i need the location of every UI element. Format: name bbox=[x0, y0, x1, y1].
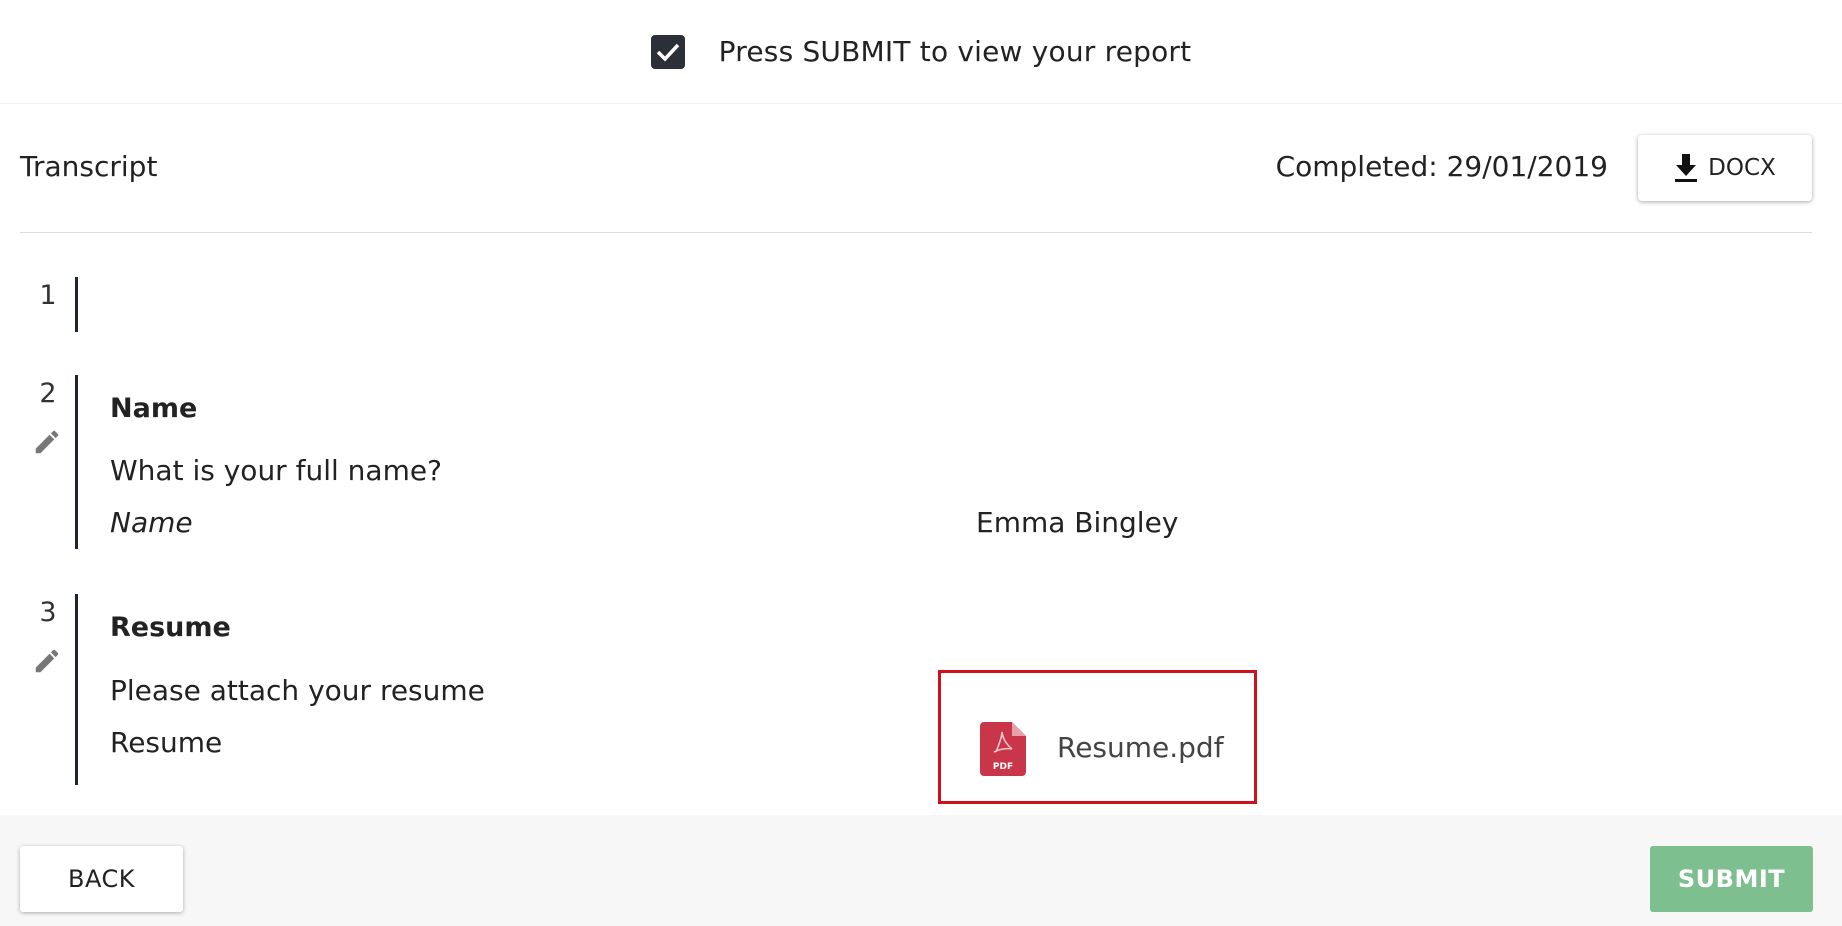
banner-text: Press SUBMIT to view your report bbox=[718, 35, 1192, 68]
question-text: Please attach your resume bbox=[110, 674, 485, 707]
transcript-title: Transcript bbox=[20, 150, 158, 183]
checkbox-checked-icon[interactable] bbox=[650, 34, 685, 69]
question-title: Resume bbox=[110, 612, 231, 643]
field-label: Resume bbox=[110, 726, 223, 759]
submit-button[interactable]: SUBMIT bbox=[1650, 846, 1813, 912]
pdf-file-icon[interactable]: PDF bbox=[980, 722, 1026, 780]
question-bar bbox=[75, 375, 78, 549]
edit-pencil-icon[interactable] bbox=[32, 427, 62, 461]
edit-pencil-icon[interactable] bbox=[32, 646, 62, 680]
field-label: Name bbox=[110, 506, 193, 539]
question-number: 2 bbox=[39, 378, 57, 409]
question-number: 3 bbox=[39, 597, 57, 628]
answer-value: Emma Bingley bbox=[976, 506, 1179, 539]
question-bar bbox=[75, 277, 78, 332]
question-text: What is your full name? bbox=[110, 454, 442, 487]
attachment-filename[interactable]: Resume.pdf bbox=[1057, 731, 1224, 764]
question-number: 1 bbox=[39, 280, 57, 311]
question-title: Name bbox=[110, 393, 198, 424]
transcript-header: Transcript Completed: 29/01/2019 DOCX bbox=[20, 132, 1812, 233]
question-bar bbox=[75, 594, 78, 785]
completed-date: Completed: 29/01/2019 bbox=[1275, 150, 1608, 183]
docx-label: DOCX bbox=[1708, 155, 1776, 181]
back-button[interactable]: BACK bbox=[20, 846, 183, 912]
download-docx-button[interactable]: DOCX bbox=[1638, 135, 1812, 201]
footer-bar: BACK SUBMIT bbox=[0, 815, 1842, 926]
download-icon bbox=[1675, 154, 1698, 182]
submit-banner: Press SUBMIT to view your report bbox=[0, 0, 1842, 104]
pdf-badge-text: PDF bbox=[993, 762, 1013, 772]
